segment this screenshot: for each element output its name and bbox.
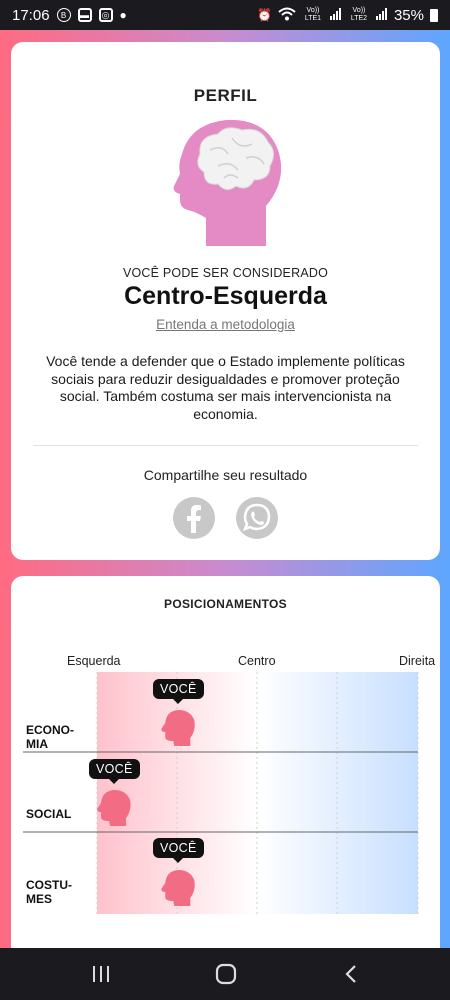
alarm-icon: ⏰ bbox=[257, 8, 272, 22]
facebook-icon bbox=[187, 505, 201, 533]
home-button[interactable] bbox=[211, 960, 241, 988]
battery-icon bbox=[430, 8, 438, 22]
sim1-label: Vo)) LTE1 bbox=[304, 7, 322, 22]
profile-result: Centro-Esquerda bbox=[124, 282, 327, 310]
whatsapp-share-button[interactable] bbox=[236, 497, 278, 539]
row-label-economia: ECONO- MIA bbox=[26, 723, 74, 751]
status-time: 17:06 bbox=[12, 6, 50, 24]
home-icon bbox=[215, 963, 237, 985]
you-tag-social: VOCÊ bbox=[89, 759, 140, 784]
divider bbox=[33, 445, 418, 446]
share-label: Compartilhe seu resultado bbox=[143, 467, 308, 483]
back-icon bbox=[345, 965, 356, 983]
whatsapp-icon bbox=[242, 503, 271, 532]
row-label-social: SOCIAL bbox=[26, 807, 72, 821]
you-tag-costumes: VOCÊ bbox=[153, 838, 204, 863]
signal-icon bbox=[329, 7, 342, 24]
battery-level: 35% bbox=[393, 6, 424, 24]
positions-chart bbox=[23, 672, 419, 914]
dot-icon: ● bbox=[119, 8, 127, 22]
recent-apps-icon bbox=[93, 966, 109, 982]
profile-title: PERFIL bbox=[193, 86, 258, 105]
row-label-costumes: COSTU- MES bbox=[26, 878, 72, 906]
head-brain-illustration bbox=[166, 114, 286, 246]
signal-icon-2 bbox=[375, 7, 388, 24]
you-tag-economia: VOCÊ bbox=[153, 679, 204, 704]
profile-description: Você tende a defender que o Estado imple… bbox=[46, 353, 405, 422]
back-button[interactable] bbox=[336, 960, 366, 988]
positions-card: POSICIONAMENTOS Esquerda Centro Direita … bbox=[11, 576, 440, 956]
sim2-label: Vo)) LTE2 bbox=[350, 7, 368, 22]
methodology-link[interactable]: Entenda a metodologia bbox=[11, 317, 440, 332]
navigation-bar bbox=[0, 948, 450, 1000]
profile-card: PERFIL VOCÊ PODE SER CONSIDERADO Centro-… bbox=[11, 42, 440, 560]
instagram-icon: ◎ bbox=[98, 8, 113, 22]
message-icon: ▬ bbox=[77, 8, 92, 22]
status-bar: 17:06 B ▬ ◎ ● ⏰ Vo)) LTE1 Vo)) LTE2 35% bbox=[0, 0, 450, 30]
b-icon: B bbox=[56, 8, 71, 22]
recent-apps-button[interactable] bbox=[86, 960, 116, 988]
facebook-share-button[interactable] bbox=[173, 497, 215, 539]
wifi-icon bbox=[278, 7, 296, 23]
profile-subheading: VOCÊ PODE SER CONSIDERADO bbox=[122, 266, 329, 280]
